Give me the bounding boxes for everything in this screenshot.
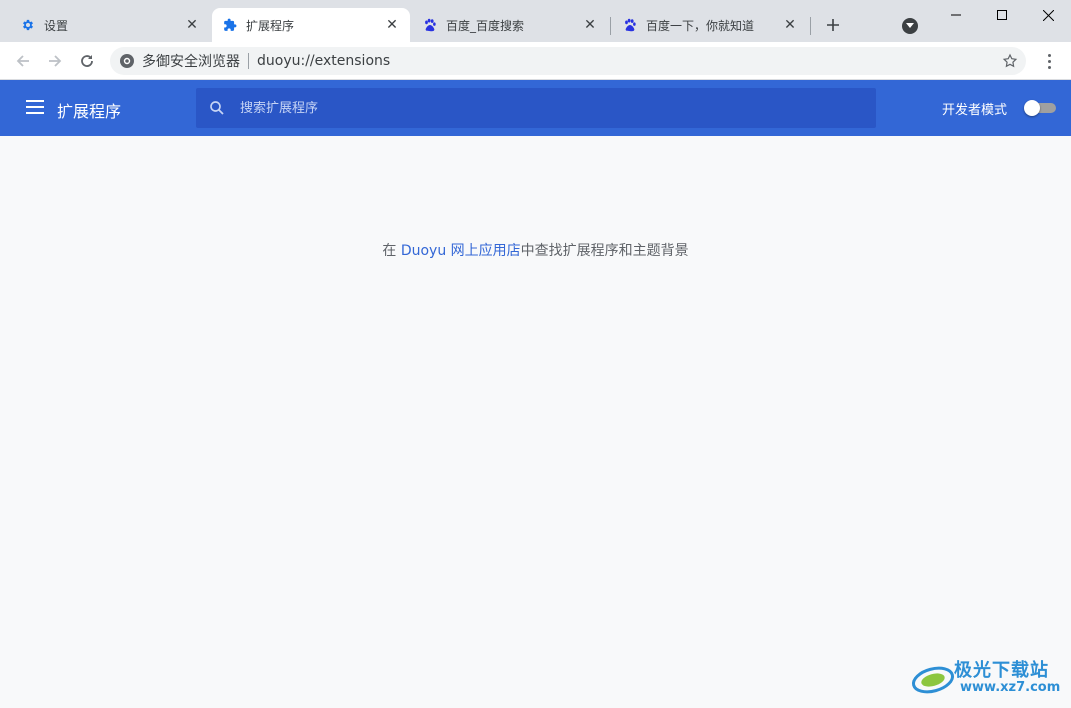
window-controls bbox=[933, 0, 1071, 30]
new-tab-button[interactable] bbox=[822, 14, 844, 36]
message-prefix: 在 bbox=[382, 243, 401, 259]
hamburger-menu-icon[interactable] bbox=[26, 100, 44, 114]
back-button[interactable] bbox=[11, 49, 35, 73]
browser-brand-label: 多御安全浏览器 bbox=[142, 54, 240, 70]
arrow-right-icon bbox=[49, 55, 62, 67]
tab-title: 百度一下，你就知道 bbox=[646, 18, 755, 33]
minimize-icon bbox=[951, 14, 961, 16]
tab-baidu-search[interactable]: 百度_百度搜索 ✕ bbox=[412, 8, 608, 42]
close-icon[interactable]: ✕ bbox=[582, 17, 598, 33]
plus-icon bbox=[827, 19, 839, 31]
empty-state-message: 在 Duoyu 网上应用店中查找扩展程序和主题背景 bbox=[0, 240, 1071, 260]
url-text[interactable]: duoyu://extensions bbox=[257, 53, 390, 69]
forward-button[interactable] bbox=[43, 49, 67, 73]
puzzle-icon bbox=[222, 17, 238, 33]
tab-title: 设置 bbox=[44, 18, 69, 33]
tab-strip: 设置 ✕ 扩展程序 ✕ 百度_百度搜索 ✕ 百度一下，你就知道 ✕ bbox=[0, 0, 1071, 42]
dot bbox=[1047, 53, 1051, 57]
extensions-header: 扩展程序 开发者模式 bbox=[0, 80, 1071, 136]
tab-extensions[interactable]: 扩展程序 ✕ bbox=[212, 8, 410, 42]
chevron-down-icon bbox=[906, 23, 914, 28]
dot bbox=[1047, 65, 1051, 69]
watermark-url: www.xz7.com bbox=[960, 680, 1061, 695]
baidu-paw-icon bbox=[422, 17, 438, 33]
watermark-logo: 极光下载站 www.xz7.com bbox=[910, 656, 1066, 700]
tab-baidu-home[interactable]: 百度一下，你就知道 ✕ bbox=[612, 8, 808, 42]
search-input[interactable] bbox=[240, 100, 840, 116]
dot bbox=[1047, 59, 1051, 63]
close-window-button[interactable] bbox=[1025, 0, 1071, 30]
gear-icon bbox=[20, 17, 36, 33]
browser-toolbar: 多御安全浏览器 duoyu://extensions bbox=[0, 42, 1071, 80]
web-store-link[interactable]: Duoyu 网上应用店 bbox=[401, 243, 521, 259]
baidu-paw-icon bbox=[622, 17, 638, 33]
tab-title: 百度_百度搜索 bbox=[446, 18, 525, 33]
tab-separator bbox=[810, 17, 811, 35]
maximize-button[interactable] bbox=[979, 0, 1025, 30]
minimize-button[interactable] bbox=[933, 0, 979, 30]
tab-separator bbox=[610, 17, 611, 35]
address-bar[interactable]: 多御安全浏览器 duoyu://extensions bbox=[110, 47, 1026, 75]
close-icon bbox=[1042, 9, 1054, 21]
tab-search-button[interactable] bbox=[902, 18, 918, 34]
toggle-knob bbox=[1024, 100, 1040, 116]
watermark-title: 极光下载站 bbox=[954, 660, 1049, 681]
search-icon bbox=[210, 101, 224, 115]
reload-button[interactable] bbox=[75, 49, 99, 73]
message-suffix: 中查找扩展程序和主题背景 bbox=[520, 243, 689, 259]
tab-title: 扩展程序 bbox=[246, 18, 295, 33]
close-icon[interactable]: ✕ bbox=[384, 17, 400, 33]
tab-settings[interactable]: 设置 ✕ bbox=[10, 8, 210, 42]
aurora-logo-icon bbox=[911, 666, 955, 694]
browser-menu-button[interactable] bbox=[1040, 49, 1058, 73]
omnibox-divider bbox=[248, 53, 249, 69]
close-icon[interactable]: ✕ bbox=[184, 17, 200, 33]
developer-mode-label: 开发者模式 bbox=[942, 103, 1008, 118]
arrow-left-icon bbox=[16, 55, 29, 67]
search-box[interactable] bbox=[196, 88, 876, 128]
developer-mode-toggle[interactable] bbox=[1024, 100, 1056, 116]
page-title: 扩展程序 bbox=[57, 102, 122, 121]
close-icon[interactable]: ✕ bbox=[782, 17, 798, 33]
reload-icon bbox=[81, 55, 93, 67]
maximize-icon bbox=[997, 10, 1007, 20]
browser-logo-icon bbox=[120, 54, 134, 68]
bookmark-star-icon[interactable] bbox=[1002, 53, 1018, 69]
